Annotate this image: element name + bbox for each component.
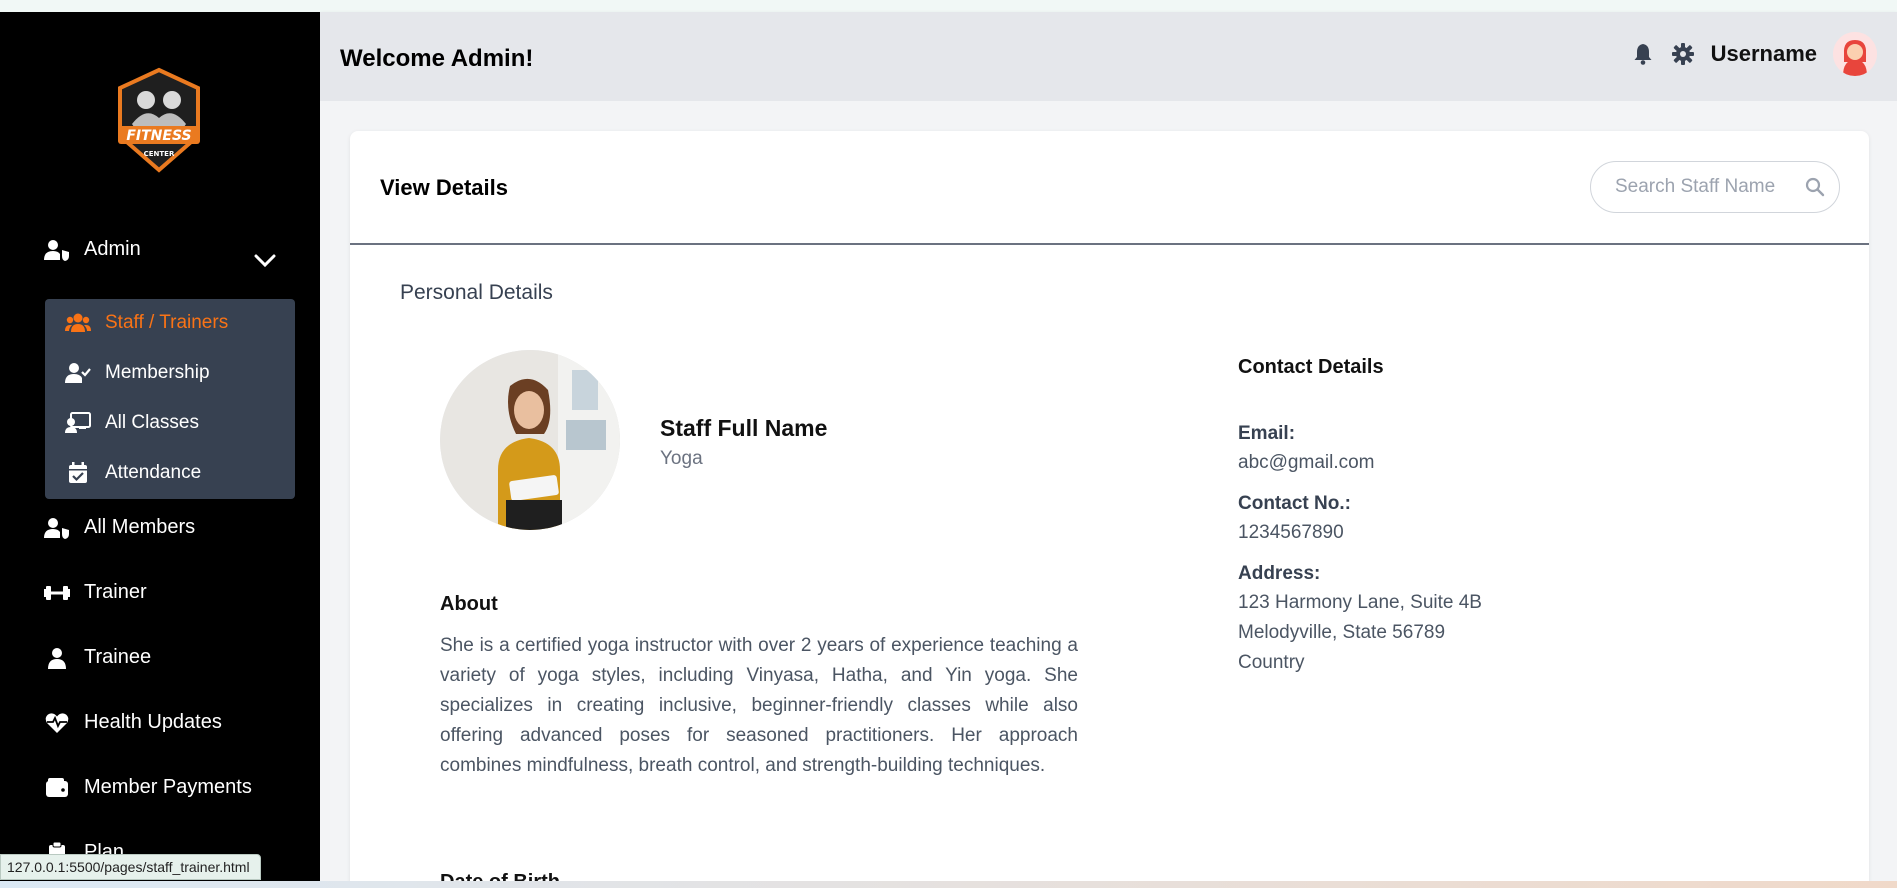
sidebar-item-label: Admin — [84, 238, 141, 260]
submenu-item-label: Staff / Trainers — [105, 312, 229, 333]
username[interactable]: Username — [1711, 41, 1817, 67]
address-line-1: 123 Harmony Lane, Suite 4B — [1238, 592, 1482, 613]
search-box[interactable] — [1590, 161, 1840, 213]
search-input[interactable] — [1615, 176, 1805, 198]
details-card: View Details Personal Details — [350, 131, 1869, 888]
search-icon[interactable] — [1805, 176, 1825, 198]
user-check-icon — [65, 362, 91, 384]
top-header: Welcome Admin! Username — [320, 12, 1897, 101]
address-line-2: Melodyville, State 56789 — [1238, 622, 1446, 643]
chalkboard-icon — [65, 412, 91, 434]
fitness-center-logo[interactable]: FITNESS CENTER — [112, 66, 206, 176]
submenu-item-all-classes[interactable]: All Classes — [65, 412, 199, 434]
svg-text:FITNESS: FITNESS — [126, 128, 191, 144]
sidebar-item-label: Health Updates — [84, 711, 222, 733]
users-icon — [65, 312, 91, 334]
address-label: Address: — [1238, 563, 1321, 584]
sidebar-item-label: All Members — [84, 516, 196, 538]
sidebar-item-health-updates[interactable]: Health Updates — [44, 711, 222, 734]
user-icon — [44, 647, 70, 669]
sidebar-item-label: Member Payments — [84, 776, 252, 798]
sidebar-item-label: Trainee — [84, 646, 152, 668]
sidebar-item-admin[interactable]: Admin — [44, 238, 141, 261]
submenu-item-label: Membership — [105, 362, 210, 383]
section-title: Personal Details — [400, 281, 553, 304]
card-title: View Details — [380, 175, 508, 200]
submenu-item-attendance[interactable]: Attendance — [65, 462, 201, 484]
submenu-item-membership[interactable]: Membership — [65, 362, 210, 384]
user-shield-icon — [44, 239, 70, 261]
phone-label: Contact No.: — [1238, 493, 1351, 514]
staff-name: Staff Full Name — [660, 415, 828, 441]
main-content: View Details Personal Details — [320, 101, 1897, 888]
user-shield-icon — [44, 517, 70, 539]
email-value: abc@gmail.com — [1238, 452, 1375, 473]
sidebar-item-label: Trainer — [84, 581, 147, 603]
submenu-item-label: All Classes — [105, 412, 199, 433]
submenu-item-staff-trainers[interactable]: Staff / Trainers — [65, 312, 228, 334]
address-line-3: Country — [1238, 652, 1305, 673]
gear-icon[interactable] — [1671, 42, 1695, 66]
phone-value: 1234567890 — [1238, 522, 1344, 543]
chevron-down-icon[interactable] — [252, 250, 278, 270]
sidebar-item-all-members[interactable]: All Members — [44, 516, 195, 539]
sidebar: FITNESS CENTER Admin Staff / Trainers Me… — [0, 12, 320, 881]
calendar-check-icon — [65, 462, 91, 484]
staff-photo — [440, 350, 620, 530]
browser-bottom-strip — [0, 881, 1897, 888]
bell-icon[interactable] — [1631, 42, 1655, 66]
sidebar-item-trainer[interactable]: Trainer — [44, 581, 147, 604]
header-user-area: Username — [1631, 32, 1877, 76]
about-text: She is a certified yoga instructor with … — [440, 635, 1078, 776]
heart-pulse-icon — [44, 712, 70, 734]
about-title: About — [440, 593, 498, 615]
admin-submenu: Staff / Trainers Membership All Classes … — [45, 299, 295, 499]
staff-role: Yoga — [660, 448, 703, 469]
email-label: Email: — [1238, 423, 1296, 444]
welcome-title: Welcome Admin! — [340, 45, 534, 72]
card-header: View Details — [350, 131, 1869, 245]
status-url: 127.0.0.1:5500/pages/staff_trainer.html — [0, 854, 261, 880]
submenu-item-label: Attendance — [105, 462, 202, 483]
sidebar-item-trainee[interactable]: Trainee — [44, 646, 151, 669]
contact-title: Contact Details — [1238, 356, 1384, 378]
dumbbell-icon — [44, 582, 70, 604]
avatar[interactable] — [1833, 32, 1877, 76]
sidebar-item-member-payments[interactable]: Member Payments — [44, 776, 252, 799]
svg-text:CENTER: CENTER — [144, 150, 175, 158]
browser-top-strip — [0, 0, 1897, 12]
wallet-icon — [44, 777, 70, 799]
